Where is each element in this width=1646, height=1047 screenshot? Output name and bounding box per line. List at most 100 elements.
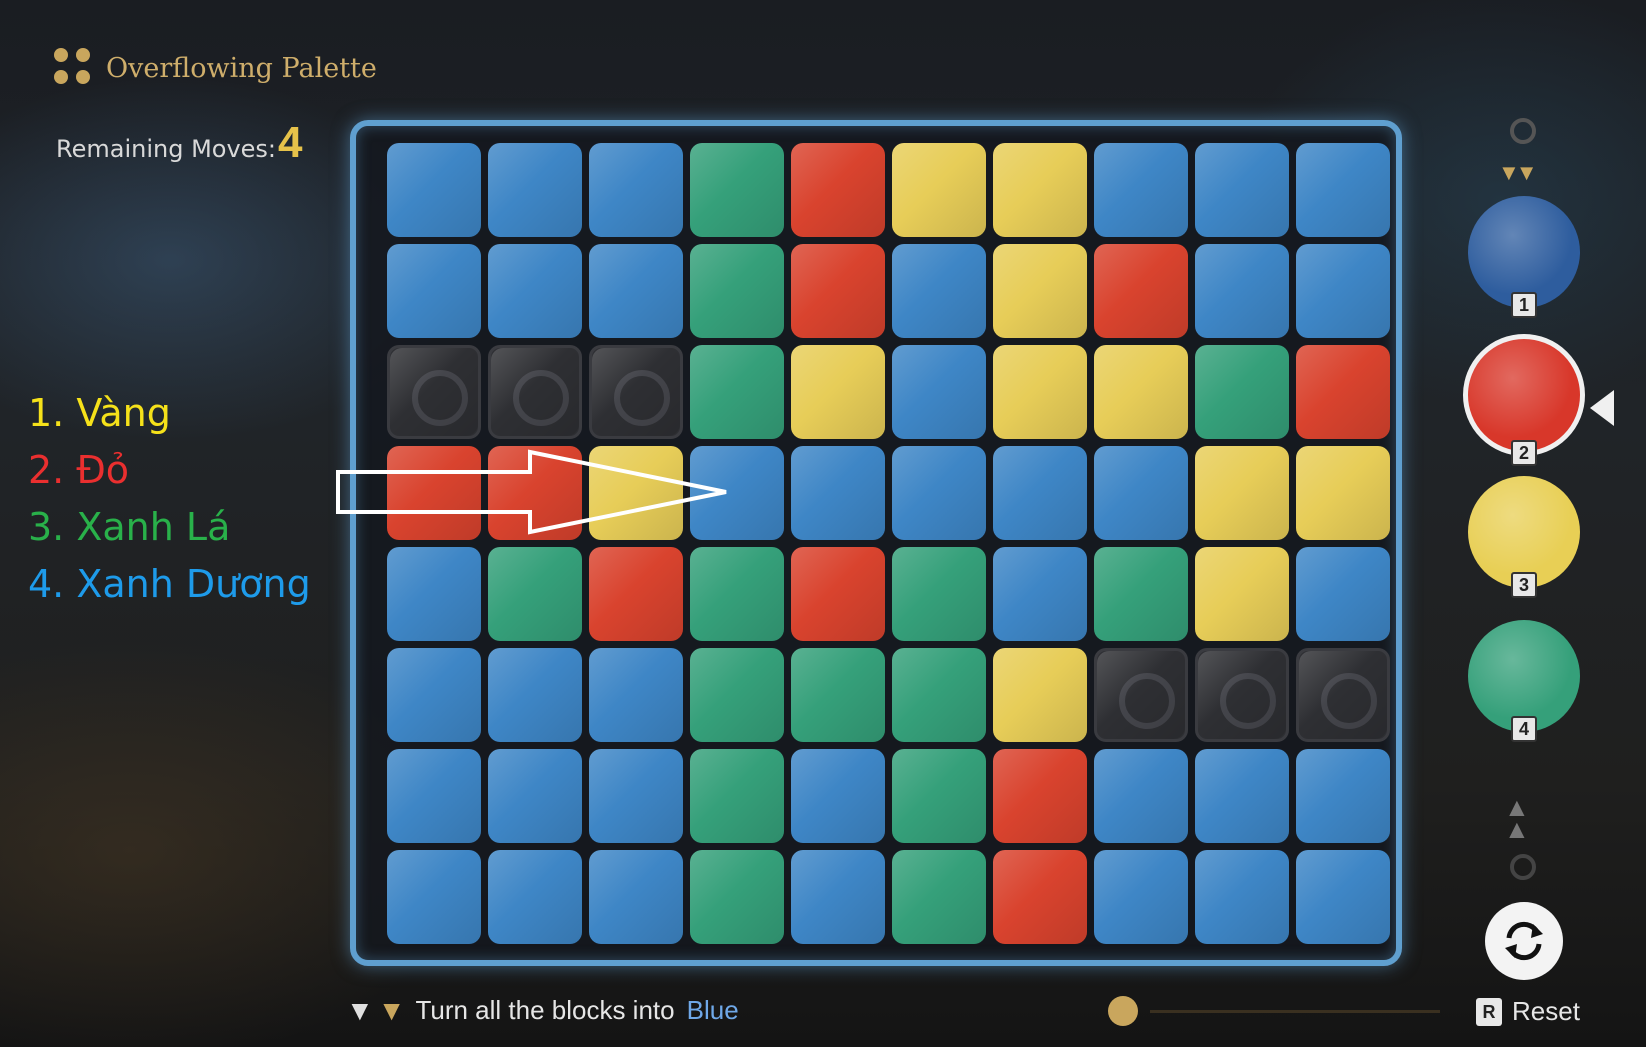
block-green[interactable] [690,749,784,843]
legend-item-1: 1. Vàng [28,391,171,435]
swap-cycle-icon [1505,921,1543,961]
block-yellow[interactable] [1195,547,1289,641]
block-blue[interactable] [589,244,683,338]
block-blue[interactable] [488,244,582,338]
block-blue[interactable] [589,143,683,237]
reset-hint: R Reset [1476,996,1580,1027]
block-blue[interactable] [387,648,481,742]
block-red[interactable] [791,244,885,338]
rock-block [1094,648,1188,742]
block-yellow[interactable] [993,244,1087,338]
block-blue[interactable] [1195,749,1289,843]
block-blue[interactable] [993,547,1087,641]
block-blue[interactable] [1296,244,1390,338]
block-green[interactable] [892,547,986,641]
block-green[interactable] [690,143,784,237]
block-blue[interactable] [1296,749,1390,843]
double-triangle-icon: ▼ [346,994,374,1026]
block-blue[interactable] [488,648,582,742]
title-row: Overflowing Palette [54,48,377,88]
block-blue[interactable] [892,244,986,338]
block-yellow[interactable] [1195,446,1289,540]
block-yellow[interactable] [993,648,1087,742]
arrow-right-icon [336,449,727,535]
rock-block [1296,648,1390,742]
block-yellow[interactable] [791,345,885,439]
block-blue[interactable] [589,749,683,843]
reset-label: Reset [1512,996,1580,1026]
block-blue[interactable] [488,749,582,843]
block-blue[interactable] [387,143,481,237]
block-blue[interactable] [791,749,885,843]
objective-bar: ▼ ▼ Turn all the blocks into Blue [346,995,739,1026]
block-blue[interactable] [387,244,481,338]
block-green[interactable] [690,648,784,742]
legend-item-3: 3. Xanh Lá [28,505,231,549]
block-green[interactable] [892,749,986,843]
palette-logo-icon [54,48,94,88]
block-blue[interactable] [488,143,582,237]
block-blue[interactable] [1296,850,1390,944]
legend-item-4: 4. Xanh Dương [28,562,311,606]
block-yellow[interactable] [1094,345,1188,439]
block-yellow[interactable] [993,345,1087,439]
block-blue[interactable] [1094,749,1188,843]
block-blue[interactable] [1195,850,1289,944]
block-green[interactable] [690,345,784,439]
double-triangle-gold-icon: ▼ [377,994,406,1026]
block-yellow[interactable] [993,143,1087,237]
block-green[interactable] [690,244,784,338]
block-blue[interactable] [387,749,481,843]
block-green[interactable] [892,648,986,742]
block-blue[interactable] [791,850,885,944]
palette-number-badge: 1 [1511,292,1537,318]
block-green[interactable] [1094,547,1188,641]
reset-button[interactable] [1485,902,1563,980]
block-red[interactable] [791,143,885,237]
block-green[interactable] [690,547,784,641]
palette-number-badge: 2 [1511,440,1537,466]
block-blue[interactable] [589,850,683,944]
block-blue[interactable] [1094,143,1188,237]
block-blue[interactable] [387,850,481,944]
progress-marker-icon [1108,996,1138,1026]
moves-label: Remaining Moves: [56,135,277,163]
block-green[interactable] [791,648,885,742]
block-blue[interactable] [1195,244,1289,338]
block-blue[interactable] [589,648,683,742]
block-blue[interactable] [387,547,481,641]
block-green[interactable] [892,850,986,944]
block-blue[interactable] [488,850,582,944]
palette-color-red[interactable] [1463,334,1585,456]
block-blue[interactable] [1094,850,1188,944]
block-yellow[interactable] [892,143,986,237]
block-red[interactable] [993,850,1087,944]
block-green[interactable] [690,850,784,944]
double-triangle-down-icon: ▼▼ [1498,160,1538,185]
block-green[interactable] [488,547,582,641]
block-blue[interactable] [1296,143,1390,237]
block-blue[interactable] [1195,143,1289,237]
block-yellow[interactable] [1296,446,1390,540]
block-red[interactable] [1094,244,1188,338]
legend-item-2: 2. Đỏ [28,448,130,492]
palette-number-badge: 4 [1511,716,1537,742]
block-blue[interactable] [1296,547,1390,641]
moves-count: 4 [278,118,303,167]
block-blue[interactable] [791,446,885,540]
selected-color-pointer-icon [1590,390,1614,426]
block-blue[interactable] [892,446,986,540]
rock-block [1195,648,1289,742]
rock-block [387,345,481,439]
block-red[interactable] [589,547,683,641]
progress-track [1150,1010,1440,1013]
block-red[interactable] [1296,345,1390,439]
block-blue[interactable] [1094,446,1188,540]
block-blue[interactable] [993,446,1087,540]
block-red[interactable] [791,547,885,641]
block-blue[interactable] [892,345,986,439]
objective-target: Blue [686,995,739,1025]
block-green[interactable] [1195,345,1289,439]
block-red[interactable] [993,749,1087,843]
puzzle-grid [387,143,1390,944]
